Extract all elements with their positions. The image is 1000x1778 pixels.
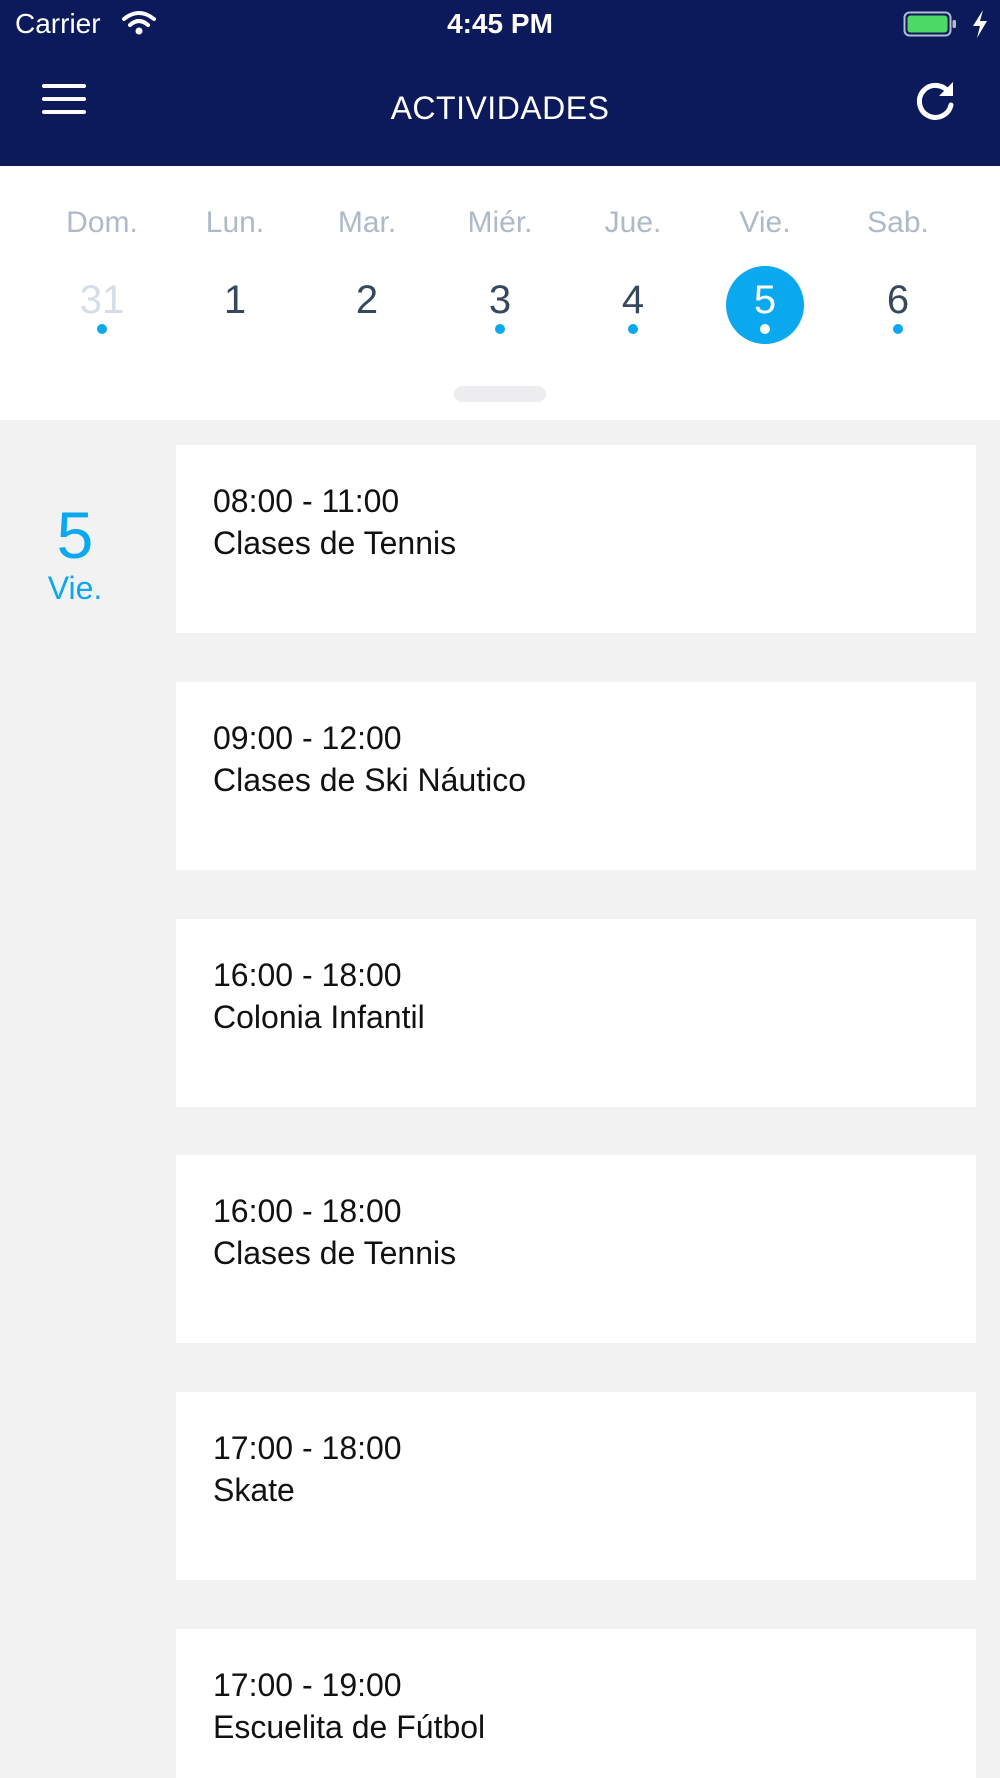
day-name: Sab.	[867, 206, 929, 239]
event-title: Clases de Tennis	[213, 525, 457, 561]
event-indicator-dot	[760, 324, 770, 334]
event-title: Clases de Ski Náutico	[213, 762, 527, 798]
day-number: 2	[355, 278, 379, 322]
event-time: 16:00 - 18:00	[213, 1193, 402, 1229]
event-card[interactable]: 17:00 - 19:00 Escuelita de Fútbol	[176, 1629, 976, 1778]
event-title: Clases de Tennis	[213, 1235, 457, 1271]
event-time: 17:00 - 19:00	[213, 1667, 402, 1703]
page-title: ACTIVIDADES	[390, 90, 610, 126]
day-name: Lun.	[205, 206, 265, 239]
day-number: 31	[79, 278, 125, 322]
event-card[interactable]: 17:00 - 18:00 Skate	[176, 1392, 976, 1580]
week-calendar-strip: Dom. 31 Lun. 1 Mar. 2 Miér. 3 Jue. 4 Vie…	[0, 166, 1000, 420]
event-indicator-dot	[97, 324, 107, 334]
nav-bar: ACTIVIDADES	[0, 50, 1000, 166]
day-thursday[interactable]: Jue. 4	[567, 166, 699, 356]
event-indicator-dot	[893, 324, 903, 334]
day-wednesday[interactable]: Miér. 3	[434, 166, 566, 356]
event-card[interactable]: 16:00 - 18:00 Colonia Infantil	[176, 919, 976, 1107]
event-indicator-dot	[628, 324, 638, 334]
event-title: Skate	[213, 1472, 295, 1508]
selected-date-day: Vie.	[47, 570, 103, 606]
selected-date-label: 5 Vie.	[30, 500, 120, 606]
day-saturday[interactable]: Sab. 6	[832, 166, 964, 356]
day-name: Mar.	[337, 206, 397, 239]
day-tuesday[interactable]: Mar. 2	[301, 166, 433, 356]
day-name: Miér.	[467, 206, 533, 239]
day-number: 5	[753, 278, 777, 322]
refresh-icon[interactable]	[912, 78, 958, 124]
day-sunday[interactable]: Dom. 31	[36, 166, 168, 356]
status-bar: Carrier 4:45 PM	[0, 0, 1000, 50]
day-name: Jue.	[604, 206, 662, 239]
day-number: 1	[223, 278, 247, 322]
day-number: 6	[886, 278, 910, 322]
selected-date-number: 5	[56, 498, 94, 572]
event-indicator-dot	[495, 324, 505, 334]
charging-bolt-icon	[973, 10, 987, 38]
status-time: 4:45 PM	[447, 8, 553, 39]
event-time: 17:00 - 18:00	[213, 1430, 402, 1466]
event-title: Colonia Infantil	[213, 999, 425, 1035]
event-time: 08:00 - 11:00	[213, 483, 400, 519]
event-title: Escuelita de Fútbol	[213, 1709, 486, 1745]
event-card[interactable]: 16:00 - 18:00 Clases de Tennis	[176, 1155, 976, 1343]
event-card[interactable]: 08:00 - 11:00 Clases de Tennis	[176, 445, 976, 633]
calendar-drag-handle[interactable]	[454, 386, 546, 402]
day-friday-selected[interactable]: Vie. 5	[699, 166, 831, 356]
day-name: Dom.	[66, 206, 138, 239]
battery-icon	[903, 11, 956, 37]
day-number: 3	[488, 278, 512, 322]
event-time: 16:00 - 18:00	[213, 957, 402, 993]
day-number: 4	[621, 278, 645, 322]
day-name: Vie.	[739, 206, 791, 239]
event-time: 09:00 - 12:00	[213, 720, 402, 756]
event-card[interactable]: 09:00 - 12:00 Clases de Ski Náutico	[176, 682, 976, 870]
day-monday[interactable]: Lun. 1	[169, 166, 301, 356]
